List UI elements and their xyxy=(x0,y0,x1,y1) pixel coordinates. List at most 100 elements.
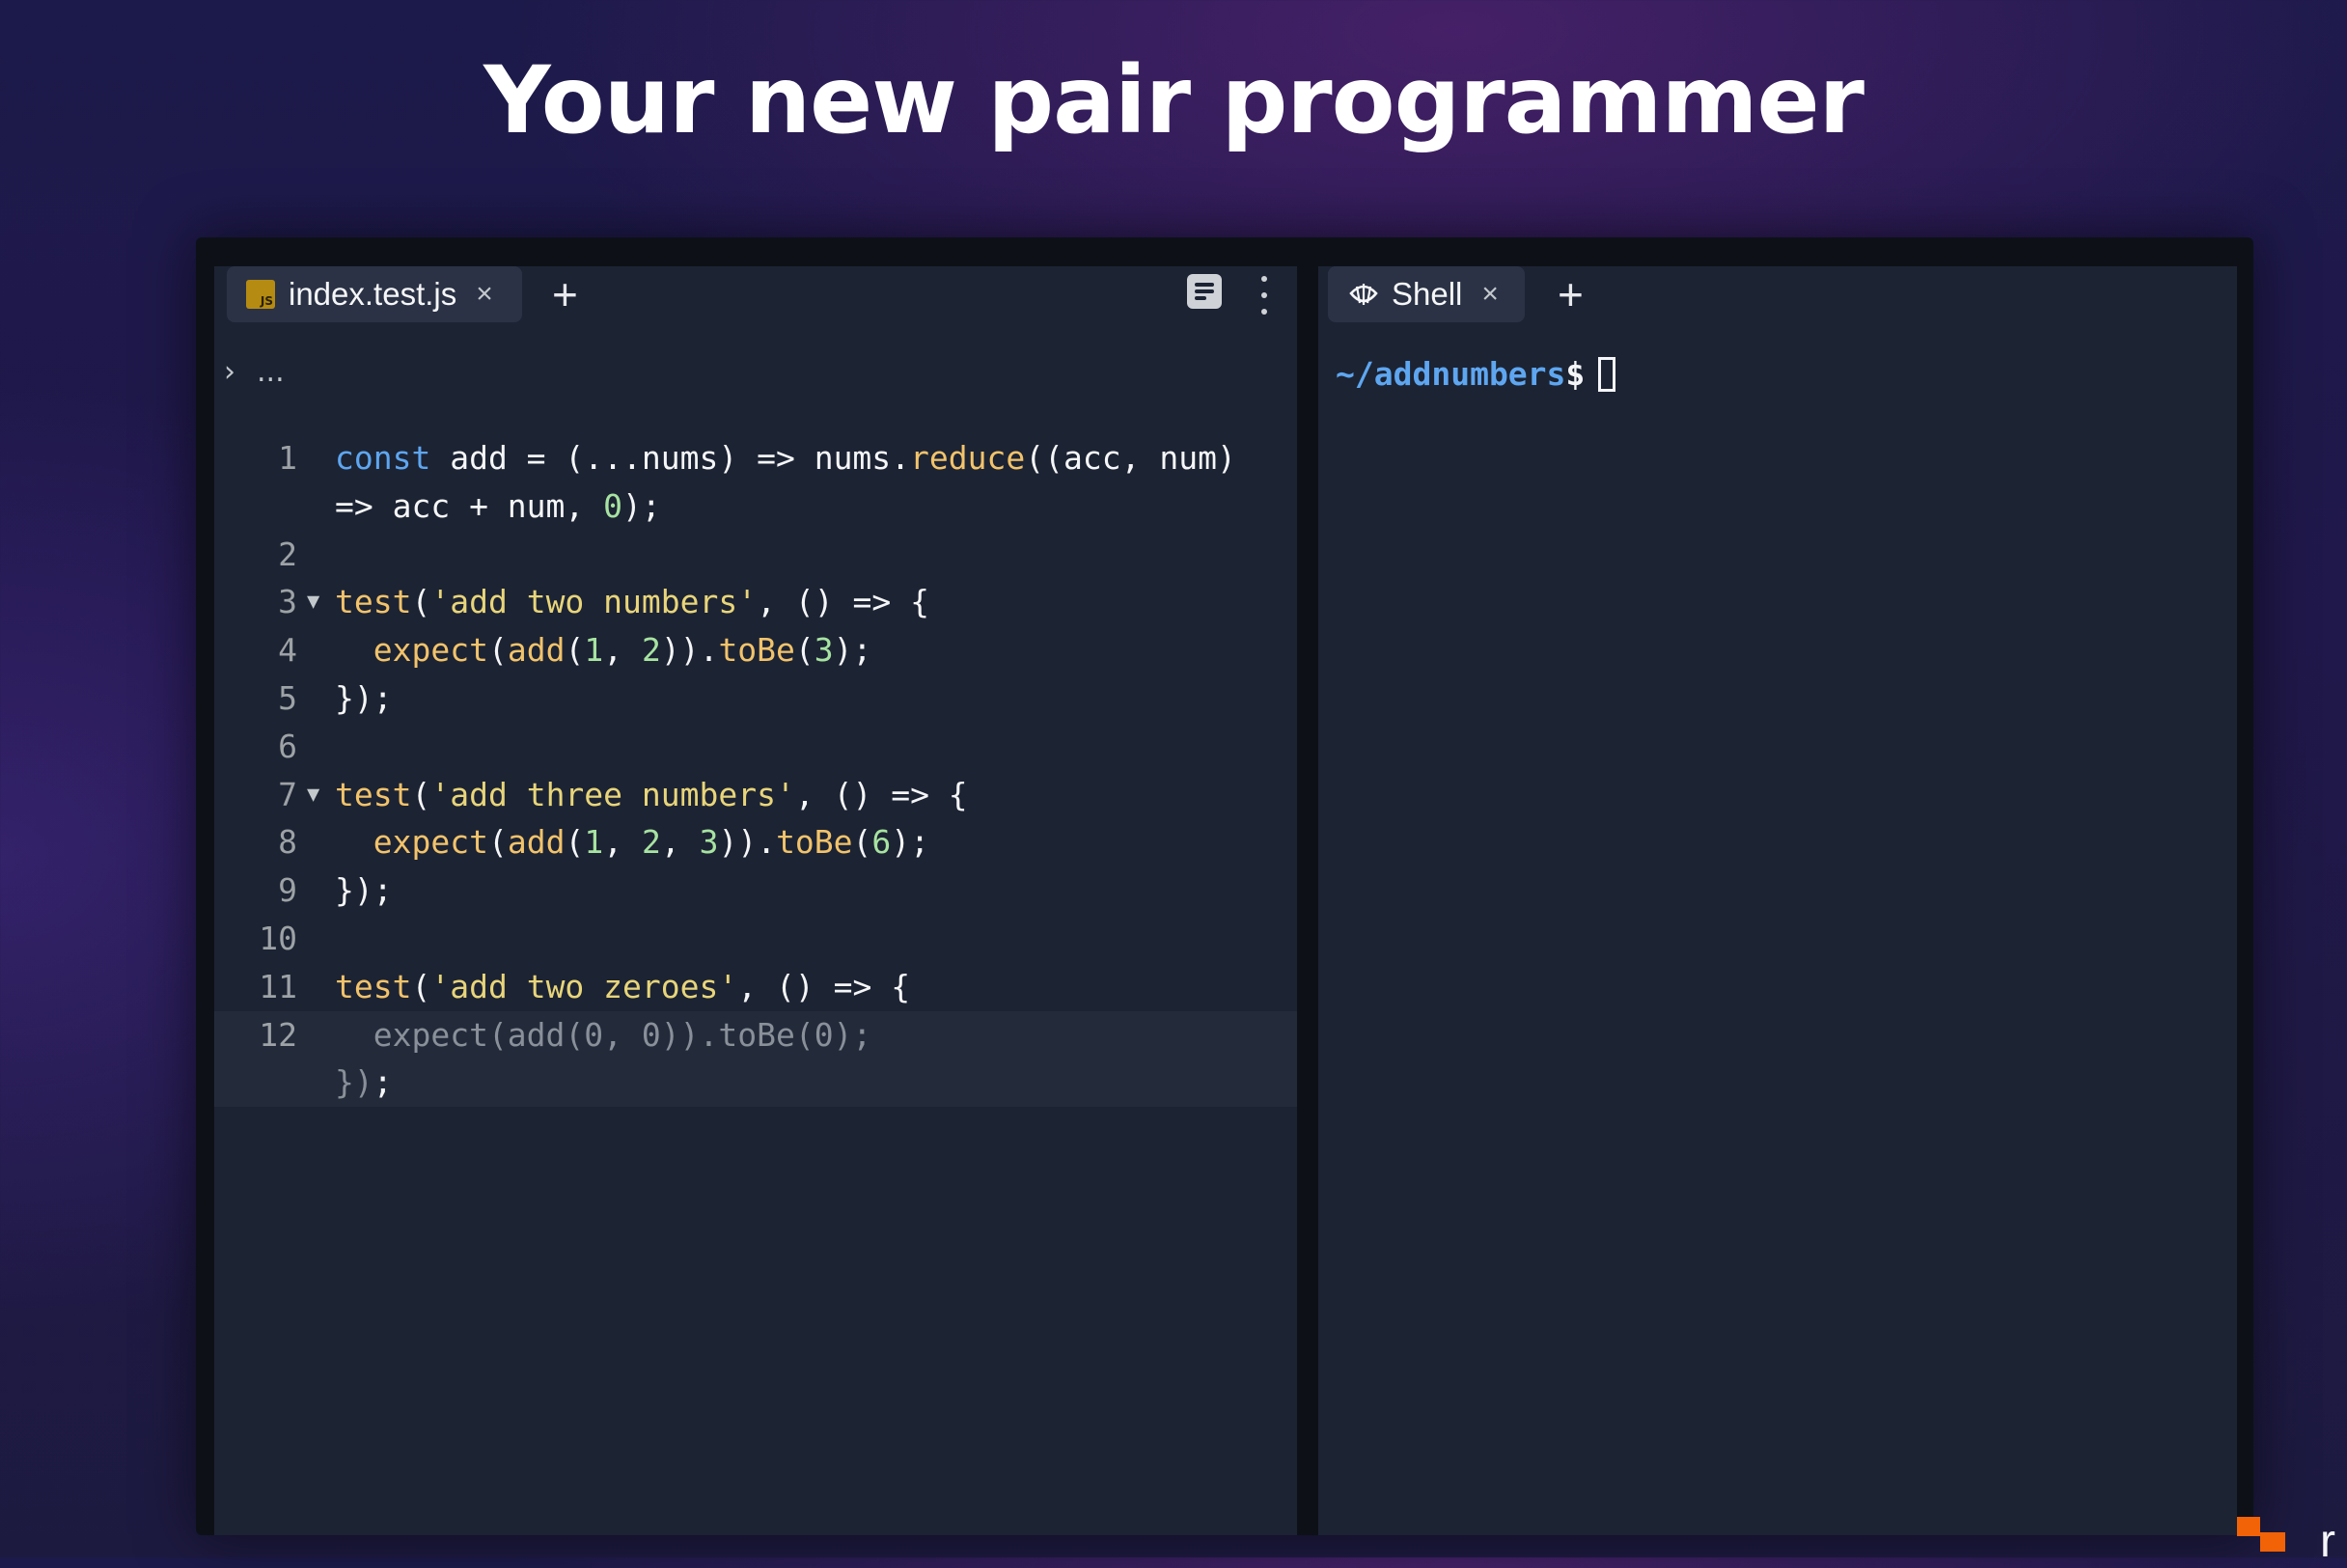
tab-index-test-js[interactable]: index.test.js × xyxy=(227,266,522,322)
code-token: test xyxy=(335,967,412,1005)
code-editor[interactable]: 1 const add = (...nums) => nums.reduce((a… xyxy=(214,434,1297,1108)
terminal-cursor xyxy=(1598,356,1616,392)
line-number: 9 xyxy=(278,871,297,910)
code-line[interactable]: 2 xyxy=(214,531,1297,579)
fold-toggle-icon[interactable]: ▼ xyxy=(307,578,319,626)
code-text: }); xyxy=(335,674,393,723)
code-line[interactable]: => acc + num, 0); xyxy=(214,482,1297,531)
code-token: , xyxy=(660,823,700,862)
code-token: 1 xyxy=(584,823,604,862)
code-token: ); xyxy=(622,486,661,525)
code-token: 1 xyxy=(584,631,604,670)
tab-shell[interactable]: Shell × xyxy=(1328,266,1525,322)
editor-pane: index.test.js × + ›... 1 const add = (...… xyxy=(214,266,1297,1535)
code-token: ( xyxy=(565,631,585,670)
code-token: 2 xyxy=(641,823,661,862)
code-text: expect(add(0, 0)).toBe(0); xyxy=(335,1011,872,1059)
code-token: add = (...nums) => nums. xyxy=(430,439,911,477)
code-token: add xyxy=(507,823,566,862)
workspace-frame: index.test.js × + ›... 1 const add = (...… xyxy=(196,237,2253,1535)
close-tab-icon[interactable]: × xyxy=(1481,278,1499,311)
code-token: expect xyxy=(373,823,488,862)
code-token: ; xyxy=(373,1063,393,1102)
code-line[interactable]: }); xyxy=(214,1059,1297,1108)
document-outline-icon[interactable] xyxy=(1187,274,1222,309)
shell-icon xyxy=(1347,278,1380,311)
code-line[interactable]: 4 expect(add(1, 2)).toBe(3); xyxy=(214,626,1297,674)
editor-more-options-icon[interactable] xyxy=(1259,276,1269,315)
code-token: 2 xyxy=(641,631,661,670)
line-number: 2 xyxy=(278,535,297,573)
code-token: , () => { xyxy=(794,775,968,813)
code-line[interactable]: 10 xyxy=(214,915,1297,963)
code-line[interactable]: 1 const add = (...nums) => nums.reduce((a… xyxy=(214,434,1297,482)
line-number: 11 xyxy=(259,967,297,1005)
fold-toggle-icon[interactable]: ▼ xyxy=(307,771,319,819)
code-token: => acc + num, xyxy=(335,486,604,525)
code-token: )). xyxy=(660,631,719,670)
code-text: expect(add(1, 2)).toBe(3); xyxy=(335,626,872,674)
code-token: 6 xyxy=(871,823,892,862)
shell-tabbar: Shell × + xyxy=(1318,266,2237,332)
terminal-prompt[interactable]: ~/addnumbers $ xyxy=(1336,355,1616,393)
code-token: add xyxy=(507,631,566,670)
code-token: ( xyxy=(411,775,431,813)
code-text: => acc + num, 0); xyxy=(335,482,661,531)
code-text: test('add two zeroes', () => { xyxy=(335,963,910,1011)
breadcrumb-ellipsis: ... xyxy=(257,355,285,389)
code-line[interactable]: 12 expect(add(0, 0)).toBe(0); xyxy=(214,1010,1297,1059)
code-token: , () => { xyxy=(737,967,911,1005)
code-line[interactable]: 3 ▼ test('add two numbers', () => { xyxy=(214,578,1297,626)
code-token: }) xyxy=(335,1063,373,1102)
code-text: }); xyxy=(335,1059,393,1107)
editor-tabbar: index.test.js × + xyxy=(214,266,1297,332)
new-tab-button[interactable]: + xyxy=(552,272,578,316)
code-token: ); xyxy=(891,823,930,862)
code-token: expect xyxy=(373,631,488,670)
new-tab-button[interactable]: + xyxy=(1558,272,1584,316)
line-number: 6 xyxy=(278,727,297,765)
code-token: toBe xyxy=(776,823,853,862)
code-token: ( xyxy=(411,967,431,1005)
line-number: 12 xyxy=(259,1015,297,1054)
code-token: test xyxy=(335,583,412,621)
code-line[interactable]: 5}); xyxy=(214,674,1297,723)
tab-label: Shell xyxy=(1392,276,1463,312)
code-token: ( xyxy=(794,631,815,670)
code-line[interactable]: 7 ▼ test('add three numbers', () => { xyxy=(214,771,1297,819)
code-line[interactable]: 11 test('add two zeroes', () => { xyxy=(214,963,1297,1011)
code-text: const add = (...nums) => nums.reduce((ac… xyxy=(335,434,1236,482)
code-token: , xyxy=(603,631,642,670)
prompt-symbol: $ xyxy=(1565,355,1586,393)
close-tab-icon[interactable]: × xyxy=(476,278,493,311)
code-token: 'add three numbers' xyxy=(430,775,795,813)
prompt-path: ~/addnumbers xyxy=(1336,355,1566,393)
code-text: expect(add(1, 2, 3)).toBe(6); xyxy=(335,818,929,867)
code-token: ( xyxy=(411,583,431,621)
code-token: }); xyxy=(335,871,393,910)
brand-letter: r xyxy=(2320,1516,2335,1567)
code-token: reduce xyxy=(910,439,1026,477)
code-line[interactable]: 6 xyxy=(214,723,1297,771)
breadcrumb[interactable]: ›... xyxy=(224,355,285,389)
tab-label: index.test.js xyxy=(289,276,457,312)
code-token: test xyxy=(335,775,412,813)
code-token: 3 xyxy=(699,823,719,862)
code-text: test('add three numbers', () => { xyxy=(335,771,968,819)
shell-pane: Shell × + ~/addnumbers $ xyxy=(1318,266,2237,1535)
line-number: 8 xyxy=(278,823,297,862)
code-token: )). xyxy=(718,823,777,862)
brand-logo-icon xyxy=(2237,1513,2295,1557)
line-number: 7 xyxy=(278,775,297,813)
chevron-right-icon: › xyxy=(224,355,235,389)
line-number: 3 xyxy=(278,583,297,621)
code-text: }); xyxy=(335,867,393,915)
code-line[interactable]: 8 expect(add(1, 2, 3)).toBe(6); xyxy=(214,818,1297,867)
code-token: ((acc, num) xyxy=(1025,439,1236,477)
code-token: 3 xyxy=(814,631,834,670)
line-number: 5 xyxy=(278,678,297,717)
code-line[interactable]: 9}); xyxy=(214,867,1297,915)
code-token: , xyxy=(603,823,642,862)
code-token: toBe xyxy=(718,631,795,670)
